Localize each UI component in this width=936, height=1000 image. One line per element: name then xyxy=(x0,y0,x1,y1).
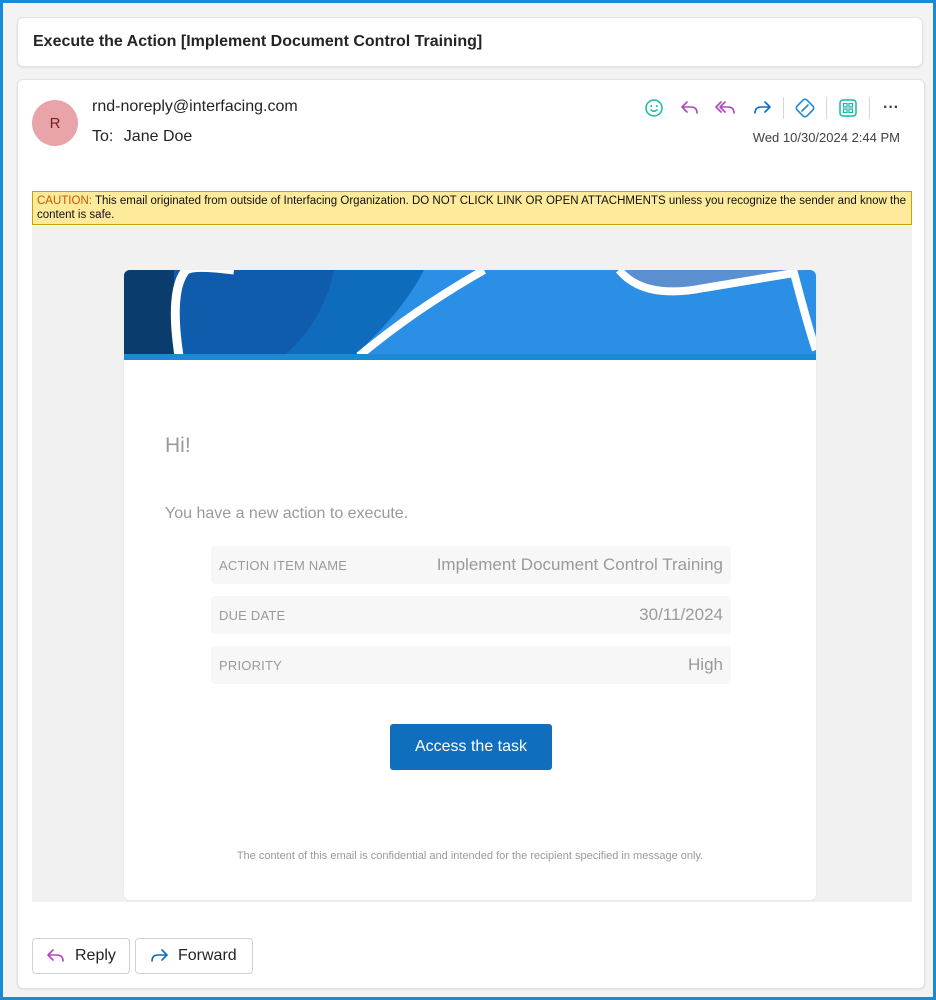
detail-row-priority: PRIORITY High xyxy=(211,646,731,684)
email-subject: Execute the Action [Implement Document C… xyxy=(33,33,483,50)
link-button[interactable] xyxy=(790,94,820,122)
caution-label: CAUTION: xyxy=(37,195,92,207)
emoji-button[interactable] xyxy=(639,94,669,122)
forward-label: Forward xyxy=(178,947,237,964)
detail-value: High xyxy=(688,655,723,674)
more-button[interactable]: ··· xyxy=(876,94,906,122)
caution-banner: CAUTION: This email originated from outs… xyxy=(32,191,912,225)
caution-text: This email originated from outside of In… xyxy=(37,195,907,221)
detail-key: ACTION ITEM NAME xyxy=(219,557,348,573)
message-pane: R rnd-noreply@interfacing.com To: Jane D… xyxy=(17,79,925,989)
apps-icon xyxy=(839,99,857,117)
greeting-text: Hi! xyxy=(165,434,191,457)
message-toolbar: ··· xyxy=(633,94,906,122)
reply-icon xyxy=(47,949,64,962)
toolbar-divider xyxy=(869,97,870,119)
toolbar-divider xyxy=(783,97,784,119)
detail-value: 30/11/2024 xyxy=(639,605,723,624)
recipient-name[interactable]: Jane Doe xyxy=(124,128,193,145)
forward-button[interactable] xyxy=(747,94,777,122)
detail-key: PRIORITY xyxy=(219,657,282,673)
email-card: Hi! You have a new action to execute. AC… xyxy=(124,270,816,900)
access-task-button[interactable]: Access the task xyxy=(390,724,552,770)
to-label: To: xyxy=(92,128,114,145)
more-icon: ··· xyxy=(883,99,899,116)
sender-avatar[interactable]: R xyxy=(32,100,78,146)
detail-key: DUE DATE xyxy=(219,607,286,623)
message-timestamp: Wed 10/30/2024 2:44 PM xyxy=(752,130,900,145)
email-window: Execute the Action [Implement Document C… xyxy=(0,0,936,1000)
subject-bar: Execute the Action [Implement Document C… xyxy=(17,17,923,67)
header-banner xyxy=(124,270,816,360)
avatar-initial: R xyxy=(49,114,61,132)
reply-action-button[interactable]: Reply xyxy=(32,938,130,974)
apps-button[interactable] xyxy=(833,94,863,122)
detail-value: Implement Document Control Training xyxy=(436,555,723,574)
detail-row-due-date: DUE DATE 30/11/2024 xyxy=(211,596,731,634)
email-body-canvas: Hi! You have a new action to execute. AC… xyxy=(32,226,912,902)
link-icon xyxy=(795,98,815,118)
reply-all-button[interactable] xyxy=(711,94,741,122)
forward-icon xyxy=(151,949,168,962)
intro-text: You have a new action to execute. xyxy=(165,505,409,522)
reply-icon xyxy=(681,101,698,114)
toolbar-divider xyxy=(826,97,827,119)
forward-action-button[interactable]: Forward xyxy=(135,938,253,974)
recipient-line: To: Jane Doe xyxy=(92,128,192,146)
reply-label: Reply xyxy=(75,947,116,964)
detail-row-action-item: ACTION ITEM NAME Implement Document Cont… xyxy=(211,546,731,584)
emoji-icon xyxy=(645,99,663,117)
forward-icon xyxy=(754,101,771,114)
confidentiality-note: The content of this email is confidentia… xyxy=(236,850,704,862)
reply-button[interactable] xyxy=(675,94,705,122)
sender-email[interactable]: rnd-noreply@interfacing.com xyxy=(92,98,298,116)
reply-all-icon xyxy=(715,101,735,114)
